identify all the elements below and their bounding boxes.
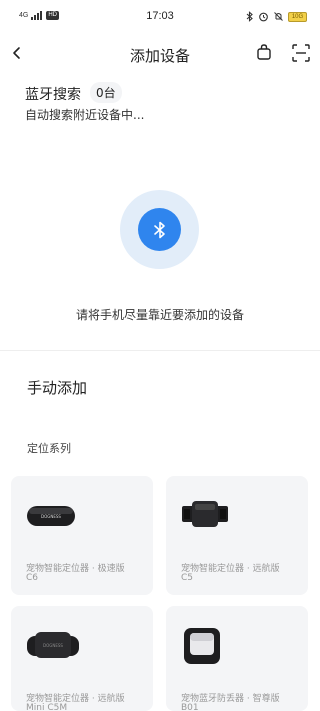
bluetooth-search-status: 自动搜索附近设备中... xyxy=(25,108,145,122)
section-divider xyxy=(0,350,320,351)
status-bar: 4G HD 17:03 10G xyxy=(0,0,320,36)
product-name: 宠物智能定位器 · 远航版 xyxy=(181,564,280,574)
bluetooth-hint: 请将手机尽量靠近要添加的设备 xyxy=(75,308,244,322)
mute-icon xyxy=(274,12,283,21)
status-right: 10G xyxy=(246,11,307,22)
product-model: C6 xyxy=(26,573,39,583)
svg-text:DOGNESS: DOGNESS xyxy=(43,643,63,648)
product-card-c6[interactable]: DOGNESS 宠物智能定位器 · 极速版 C6 xyxy=(11,476,153,595)
tracker-c5-image xyxy=(182,501,228,527)
product-model: Mini C5M xyxy=(26,703,68,711)
tracker-c5m-image: DOGNESS xyxy=(27,632,79,658)
bluetooth-icon xyxy=(153,221,165,238)
manual-add-title: 手动添加 xyxy=(27,379,88,397)
product-card-c5[interactable]: 宠物智能定位器 · 远航版 C5 xyxy=(166,476,308,595)
bluetooth-scan-button[interactable] xyxy=(138,208,181,251)
shop-button[interactable] xyxy=(255,43,273,61)
scan-icon xyxy=(292,44,310,62)
bluetooth-search-title: 蓝牙搜索 xyxy=(25,87,81,103)
tracker-b01-image xyxy=(184,628,220,664)
product-model: C5 xyxy=(181,573,194,583)
battery-icon: 10G xyxy=(288,11,307,22)
shopping-bag-icon xyxy=(257,44,271,60)
tracker-c6-image: DOGNESS xyxy=(27,506,75,526)
series-title: 定位系列 xyxy=(27,442,71,455)
device-count-badge: 0台 xyxy=(90,82,122,103)
scan-button[interactable] xyxy=(291,43,311,63)
nav-bar: 添加设备 xyxy=(0,36,320,72)
product-name: 宠物智能定位器 · 极速版 xyxy=(26,564,125,574)
product-card-c5m[interactable]: DOGNESS 宠物智能定位器 · 远航版 Mini C5M xyxy=(11,606,153,711)
svg-text:DOGNESS: DOGNESS xyxy=(41,514,61,519)
bluetooth-status-icon xyxy=(246,11,253,22)
alarm-icon xyxy=(259,12,268,22)
product-model: B01 xyxy=(181,703,199,711)
product-card-b01[interactable]: 宠物蓝牙防丢器 · 智尊版 B01 xyxy=(166,606,308,711)
